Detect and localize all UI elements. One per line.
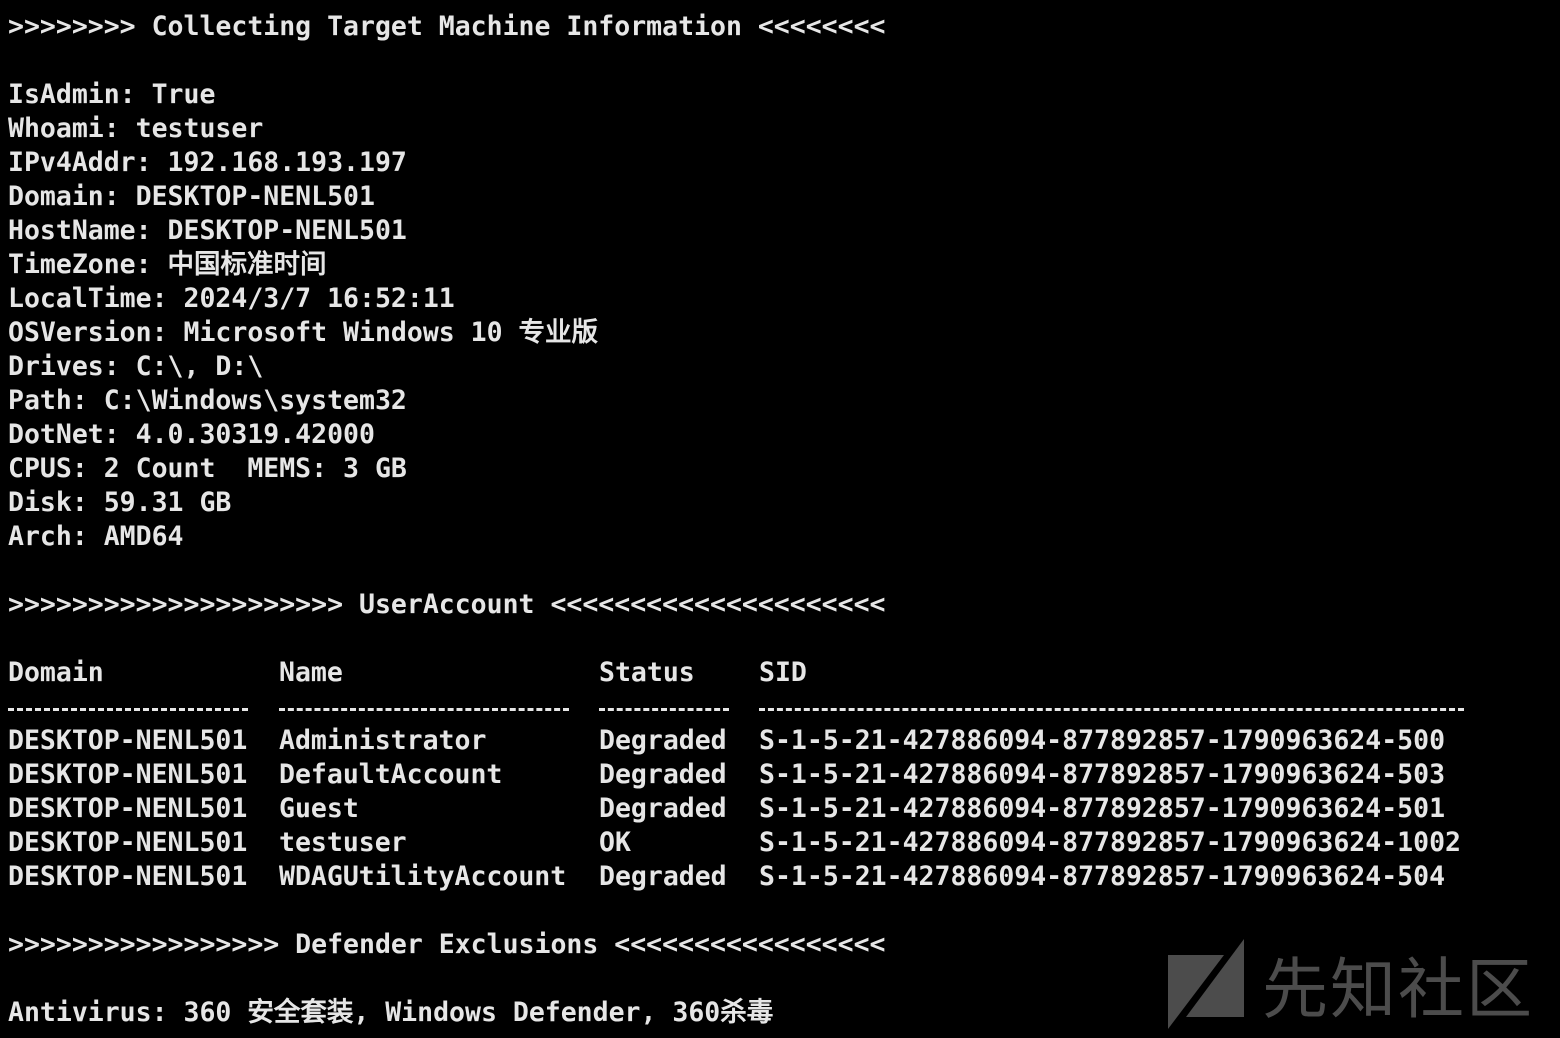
section-header-target-info: >>>>>>>> Collecting Target Machine Infor… <box>8 11 886 42</box>
cell-sid: S-1-5-21-427886094-877892857-1790963624-… <box>759 861 1446 892</box>
cell-status: Degraded <box>599 861 727 892</box>
section-header-useraccount: >>>>>>>>>>>>>>>>>>>>> UserAccount <<<<<<… <box>8 589 886 620</box>
info-line-whoami: Whoami: testuser <box>8 113 264 144</box>
column-divider-sid <box>759 708 1464 711</box>
info-line-disk: Disk: 59.31 GB <box>8 487 232 518</box>
info-line-arch: Arch: AMD64 <box>8 521 184 552</box>
user-table-header: Domain Name Status SID <box>8 656 1548 690</box>
cell-sid: S-1-5-21-427886094-877892857-1790963624-… <box>759 793 1446 824</box>
info-line-cpus-mems: CPUS: 2 Count MEMS: 3 GB <box>8 453 407 484</box>
info-line-localtime: LocalTime: 2024/3/7 16:52:11 <box>8 283 455 314</box>
cell-status: OK <box>599 827 631 858</box>
column-header-name: Name <box>279 657 343 688</box>
cell-status: Degraded <box>599 725 727 756</box>
column-divider-domain <box>8 708 248 711</box>
cell-domain: DESKTOP-NENL501 <box>8 827 248 858</box>
cell-sid: S-1-5-21-427886094-877892857-1790963624-… <box>759 759 1446 790</box>
info-line-osversion: OSVersion: Microsoft Windows 10 专业版 <box>8 317 599 348</box>
cell-name: testuser <box>279 827 407 858</box>
cell-name: DefaultAccount <box>279 759 503 790</box>
cell-domain: DESKTOP-NENL501 <box>8 759 248 790</box>
info-line-hostname: HostName: DESKTOP-NENL501 <box>8 215 407 246</box>
terminal-output: >>>>>>>> Collecting Target Machine Infor… <box>8 10 1548 1030</box>
user-table-row: DESKTOP-NENL501 testuser OK S-1-5-21-427… <box>8 826 1548 860</box>
cell-status: Degraded <box>599 759 727 790</box>
cell-domain: DESKTOP-NENL501 <box>8 793 248 824</box>
cell-domain: DESKTOP-NENL501 <box>8 861 248 892</box>
user-table-row: DESKTOP-NENL501 WDAGUtilityAccount Degra… <box>8 860 1548 894</box>
xianzhi-logo-icon <box>1168 939 1244 1029</box>
cell-name: Administrator <box>279 725 487 756</box>
info-line-isadmin: IsAdmin: True <box>8 79 216 110</box>
column-header-domain: Domain <box>8 657 104 688</box>
column-header-sid: SID <box>759 657 807 688</box>
cell-sid: S-1-5-21-427886094-877892857-1790963624-… <box>759 725 1446 756</box>
cell-domain: DESKTOP-NENL501 <box>8 725 248 756</box>
user-table-separator <box>8 690 1548 724</box>
column-divider-name <box>279 708 569 711</box>
info-line-path: Path: C:\Windows\system32 <box>8 385 407 416</box>
info-line-domain: Domain: DESKTOP-NENL501 <box>8 181 375 212</box>
user-table-row: DESKTOP-NENL501 Guest Degraded S-1-5-21-… <box>8 792 1548 826</box>
cell-sid: S-1-5-21-427886094-877892857-1790963624-… <box>759 827 1461 858</box>
watermark-text: 先知社区 <box>1262 951 1534 1028</box>
watermark: 先知社区 <box>1168 936 1534 1032</box>
user-table-row: DESKTOP-NENL501 DefaultAccount Degraded … <box>8 758 1548 792</box>
cell-name: Guest <box>279 793 359 824</box>
info-line-drives: Drives: C:\, D:\ <box>8 351 264 382</box>
info-line-dotnet: DotNet: 4.0.30319.42000 <box>8 419 375 450</box>
cell-name: WDAGUtilityAccount <box>279 861 567 892</box>
column-header-status: Status <box>599 657 695 688</box>
column-divider-status <box>599 708 729 711</box>
cell-status: Degraded <box>599 793 727 824</box>
info-line-ipv4addr: IPv4Addr: 192.168.193.197 <box>8 147 407 178</box>
user-table-row: DESKTOP-NENL501 Administrator Degraded S… <box>8 724 1548 758</box>
info-line-timezone: TimeZone: 中国标准时间 <box>8 249 327 280</box>
